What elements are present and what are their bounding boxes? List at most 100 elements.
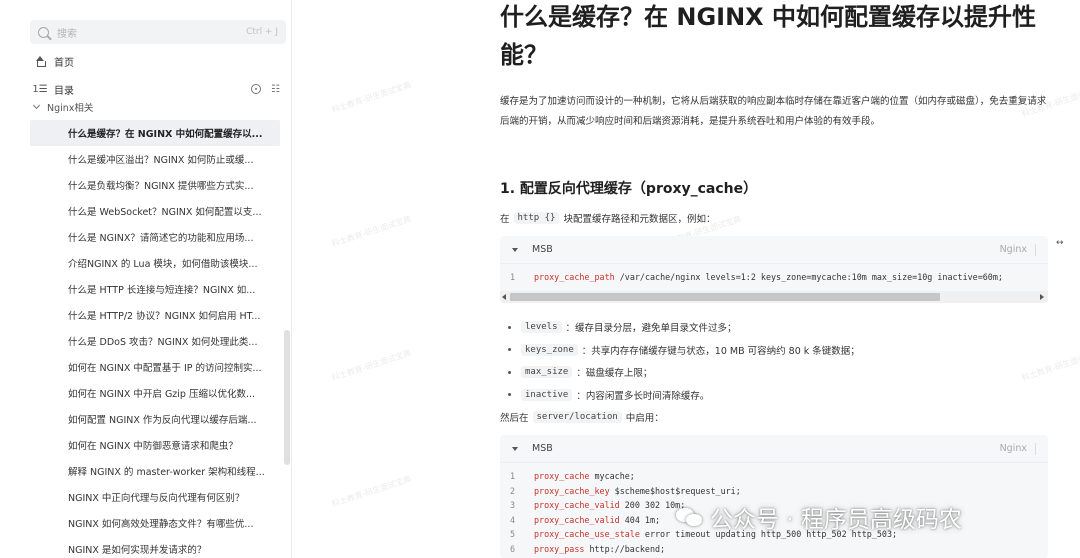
watermark: 科士教育-研生面试宝典 — [330, 474, 413, 509]
bullet-text: ：磁盘缓存上限； — [576, 368, 653, 380]
inline-code: http {} — [513, 212, 560, 224]
section-heading: 1. 配置反向代理缓存（proxy_cache） — [500, 181, 758, 197]
brand-overlay: 公众号 · 程序员高级码农 — [676, 500, 962, 534]
wechat-icon — [676, 506, 704, 528]
code-body: 1 proxy_cache_path /var/cache/nginx level… — [500, 264, 1048, 291]
text-line: 然后在 server/location 中启用： — [500, 411, 664, 424]
toc-item[interactable]: 介绍NGINX 的 Lua 模块，如何借助该模块... — [30, 250, 280, 276]
toc-item[interactable]: 什么是 HTTP 长连接与短连接？NGINX 如... — [30, 276, 280, 302]
toc-item[interactable]: 什么是 NGINX？请简述它的功能和应用场... — [30, 224, 280, 250]
collapse-icon[interactable] — [512, 446, 518, 451]
inline-code: keys_zone — [521, 343, 578, 356]
sidebar: 搜索 Ctrl + J 首页 1☰ 目录 ☷ Nginx相关 什么是缓存？在 N… — [0, 0, 292, 558]
bullet-dot — [508, 325, 511, 329]
scroll-right-icon[interactable] — [1040, 294, 1044, 300]
code-block: MSB Nginx 1 proxy_cache mycache; 2 proxy_ca… — [500, 435, 1048, 558]
collapse-list-icon[interactable]: ☷ — [271, 84, 280, 95]
toc-item[interactable]: NGINX 如何高效处理静态文件？有哪些优... — [30, 510, 280, 536]
code-title: MSB — [532, 244, 553, 255]
code-args: $scheme$host$request_uri; — [609, 485, 741, 496]
bullet-text: ：缓存目录分层，避免单目录文件过多； — [565, 323, 737, 335]
code-line: 2 proxy_cache_key $scheme$host$request_ur… — [510, 484, 1048, 499]
inline-code: server/location — [532, 411, 622, 423]
line-number: 6 — [510, 543, 516, 554]
watermark: 科士教育-研生面试宝典 — [330, 80, 413, 115]
toc-item[interactable]: 什么是 WebSocket？NGINX 如何配置以支... — [30, 198, 280, 224]
chevron-down-icon — [32, 101, 41, 110]
toc-item[interactable]: 如何配置 NGINX 作为反向代理以缓存后端... — [30, 406, 280, 432]
list-item: inactive ：内容闲置多长时间清除缓存。 — [508, 384, 860, 407]
toc-item[interactable]: 如何在 NGINX 中防御恶意请求和爬虫？ — [30, 432, 280, 458]
code-hscrollbar[interactable] — [500, 291, 1048, 303]
line-number: 5 — [510, 529, 516, 540]
toc-item[interactable]: 如何在 NGINX 中配置基于 IP 的访问控制实... — [30, 354, 280, 380]
list-item: keys_zone ：共享内存存储缓存键与状态，10 MB 可容纳约 80 k 条… — [508, 339, 860, 362]
watermark: 科士教育-研生面试宝典 — [330, 348, 413, 383]
code-directive: proxy_cache_path — [534, 272, 615, 282]
toc-item[interactable]: 如何在 NGINX 中开启 Gzip 压缩以优化数... — [30, 380, 280, 406]
nav-toc[interactable]: 1☰ 目录 ☷ — [32, 82, 280, 97]
watermark: 科士教育-研生面试宝典 — [330, 214, 413, 249]
home-icon — [34, 56, 46, 68]
code-args: http://backend; — [584, 543, 666, 554]
code-line: 1 proxy_cache mycache; — [510, 469, 1048, 484]
inline-code: max_size — [521, 366, 573, 379]
inline-code: inactive — [521, 388, 573, 401]
toc-item[interactable]: 什么是负载均衡？NGINX 提供哪些方式实... — [30, 172, 280, 198]
nav-toc-label: 目录 — [54, 86, 74, 97]
scroll-thumb[interactable] — [510, 293, 940, 301]
code-line: 1 proxy_cache_path /var/cache/nginx level… — [510, 270, 1048, 285]
toc-group-label: Nginx相关 — [47, 103, 94, 114]
search-placeholder: 搜索 — [57, 28, 77, 40]
code-block: MSB Nginx 1 proxy_cache_path /var/cache/n… — [500, 236, 1048, 303]
search-icon — [38, 26, 49, 38]
toc-group-nginx[interactable]: Nginx相关 — [32, 100, 94, 114]
line-number: 3 — [510, 500, 516, 511]
toc-item[interactable]: NGINX 是如何实现并发请求的？ — [30, 536, 280, 558]
line-number: 1 — [510, 272, 516, 282]
brand-overlay-text: 公众号 · 程序员高级码农 — [710, 507, 962, 533]
toc-item[interactable]: 什么是 DDoS 攻击？NGINX 如何处理此类... — [30, 328, 280, 354]
toc-item[interactable]: 什么是缓冲区溢出？NGINX 如何防止或缓... — [30, 146, 280, 172]
toc-item[interactable]: NGINX 中正向代理与反向代理有何区别？ — [30, 484, 280, 510]
list-item: levels ：缓存目录分层，避免单目录文件过多； — [508, 316, 860, 339]
search-shortcut: Ctrl + J — [246, 27, 278, 37]
code-directive: proxy_cache_valid — [534, 514, 620, 525]
code-directive: proxy_cache_use_stale — [534, 529, 640, 540]
line-number: 1 — [510, 471, 516, 481]
code-title: MSB — [532, 443, 553, 454]
line-number: 4 — [510, 514, 516, 525]
code-directive: proxy_cache — [534, 471, 590, 481]
search-box[interactable]: 搜索 Ctrl + J — [30, 20, 286, 44]
toc-item[interactable]: 什么是 HTTP/2 协议？NGINX 如何启用 HT... — [30, 302, 280, 328]
bullet-list: levels ：缓存目录分层，避免单目录文件过多； keys_zone ：共享内存存储… — [508, 316, 860, 406]
nav-home[interactable]: 首页 — [34, 54, 74, 69]
locate-icon[interactable] — [251, 84, 262, 94]
code-args: 404 1m; — [619, 514, 661, 525]
bullet-text: ：共享内存存储缓存键与状态，10 MB 可容纳约 80 k 条键数据； — [581, 345, 860, 357]
code-line: 6 proxy_pass http://backend; — [510, 542, 1048, 557]
sidebar-scrollbar[interactable] — [284, 330, 290, 465]
nav-home-label: 首页 — [54, 58, 74, 69]
code-directive: proxy_cache_key — [534, 485, 610, 496]
code-header[interactable]: MSB Nginx — [500, 435, 1048, 463]
scroll-left-icon[interactable] — [502, 294, 506, 300]
code-args: /var/cache/nginx levels=1:2 keys_zone=my… — [614, 272, 1003, 282]
text-line: 在 http {} 块配置缓存路径和元数据区，例如： — [500, 212, 716, 225]
code-header[interactable]: MSB Nginx — [500, 236, 1048, 264]
code-language: Nginx — [999, 443, 1027, 454]
code-args: mycache; — [589, 471, 635, 481]
toc-item[interactable]: 解释 NGINX 的 master-worker 架构和线程... — [30, 458, 280, 484]
expand-icon[interactable]: ↔ — [1056, 238, 1064, 248]
bullet-dot — [508, 370, 511, 374]
collapse-icon[interactable] — [512, 247, 518, 252]
article-intro: 缓存是为了加速访问而设计的一种机制，它将从后端获取的响应副本临时存储在靠近客户端… — [500, 96, 1047, 127]
code-directive: proxy_cache_valid — [534, 500, 620, 511]
toc-item[interactable]: 什么是缓存？在 NGINX 中如何配置缓存以... — [30, 120, 280, 146]
code-language: Nginx — [999, 244, 1027, 255]
inline-code: levels — [521, 321, 562, 334]
bullet-dot — [508, 348, 511, 352]
line-number: 2 — [510, 485, 516, 496]
code-directive: proxy_pass — [534, 543, 585, 554]
bullet-text: ：内容闲置多长时间清除缓存。 — [576, 390, 710, 402]
